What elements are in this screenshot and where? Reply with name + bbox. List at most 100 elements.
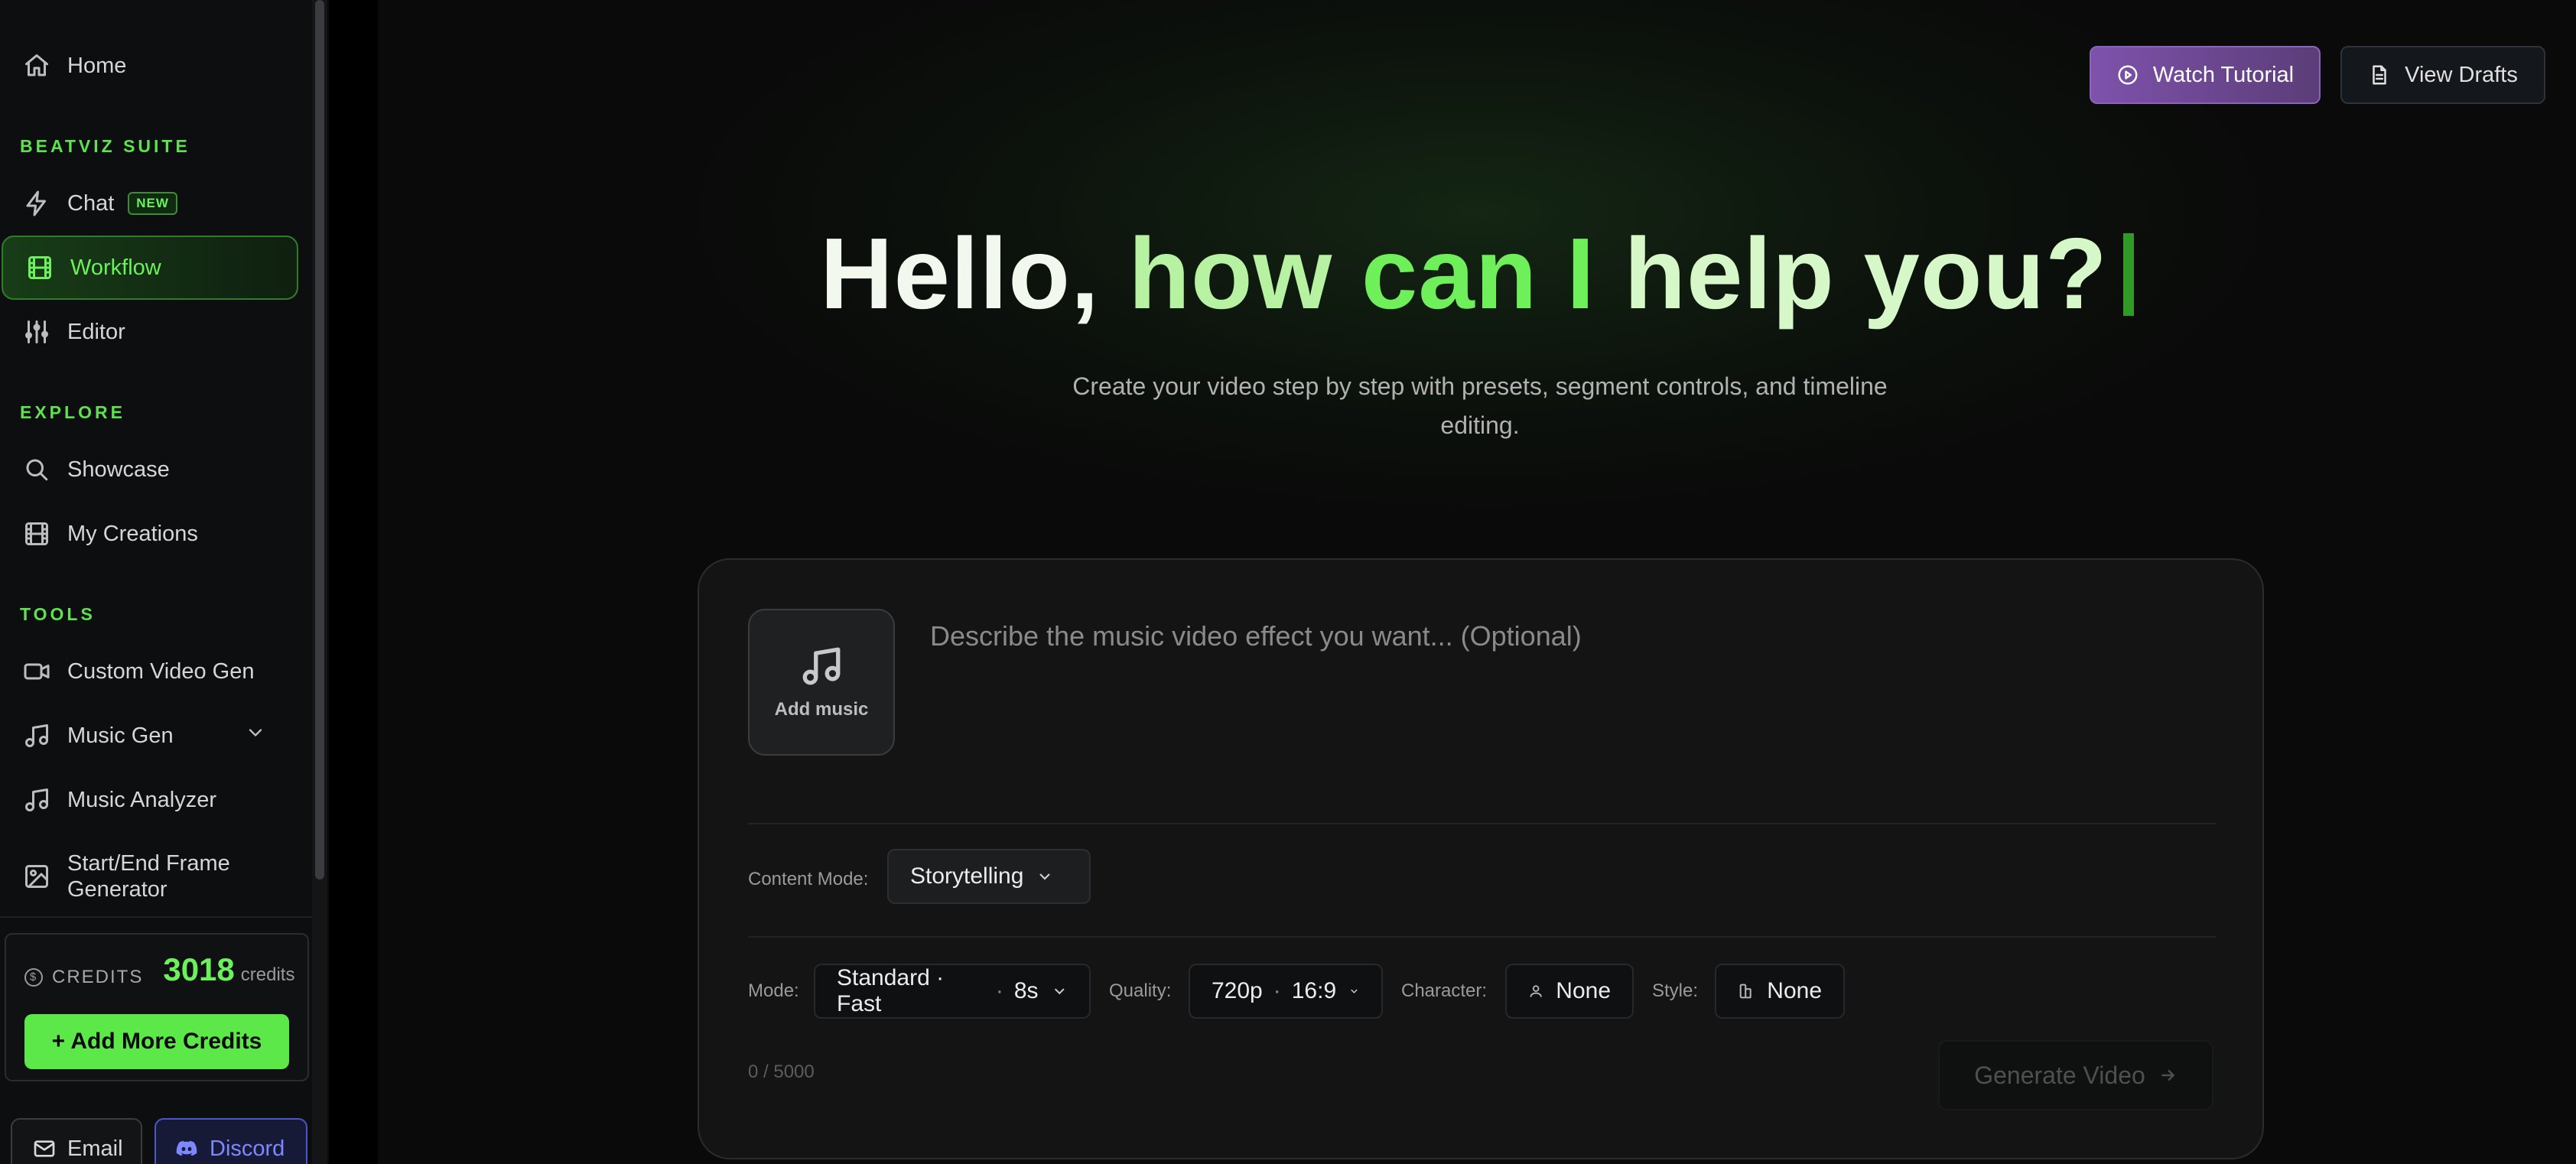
hero-word-how: how <box>1128 217 1333 330</box>
sidebar-item-music-gen[interactable]: Music Gen <box>0 704 300 768</box>
video-icon <box>21 656 52 687</box>
sidebar: Home BEATVIZ SUITE Chat NEW Workflow Edi… <box>0 0 327 1164</box>
sidebar-item-label: Showcase <box>67 457 170 482</box>
section-title-suite: BEATVIZ SUITE <box>20 136 190 156</box>
separator-dot: · <box>1273 978 1281 1003</box>
content-mode-label: Content Mode: <box>748 869 869 889</box>
section-title-explore: EXPLORE <box>20 402 125 422</box>
music-icon <box>802 647 841 685</box>
sidebar-item-frame-generator[interactable]: Start/End Frame Generator <box>0 841 300 912</box>
credits-row: $ CREDITS 3018 credits <box>24 951 294 988</box>
hero-heading: Hello, how can I help you? <box>378 216 2576 331</box>
chevron-down-icon <box>1351 989 1358 993</box>
sidebar-item-chat[interactable]: Chat NEW <box>0 171 300 236</box>
watch-tutorial-button[interactable]: Watch Tutorial <box>2090 46 2321 104</box>
palette-icon <box>1739 984 1751 999</box>
credits-unit: credits <box>240 964 295 985</box>
sidebar-item-editor[interactable]: Editor <box>0 300 300 364</box>
sidebar-item-music-analyzer[interactable]: Music Analyzer <box>0 768 300 832</box>
content-mode-value: Storytelling <box>910 863 1024 889</box>
film-icon <box>24 252 55 283</box>
quality-label: Quality: <box>1109 980 1172 1001</box>
quality-select[interactable]: 720p · 16:9 <box>1189 964 1383 1019</box>
generate-video-button[interactable]: Generate Video <box>1938 1040 2213 1110</box>
mode-label: Mode: <box>748 980 799 1001</box>
credits-label: $ CREDITS <box>24 967 143 988</box>
new-badge: NEW <box>128 192 177 215</box>
typing-caret <box>2122 233 2134 316</box>
email-button[interactable]: Email <box>11 1118 142 1164</box>
style-label: Style: <box>1652 980 1699 1001</box>
sidebar-item-label: Workflow <box>70 255 161 280</box>
add-credits-button[interactable]: + Add More Credits <box>24 1014 289 1069</box>
discord-icon <box>176 1140 197 1156</box>
chevron-down-icon[interactable] <box>245 722 266 749</box>
generate-video-label: Generate Video <box>1974 1061 2145 1089</box>
music-icon <box>21 785 52 815</box>
discord-button[interactable]: Discord <box>154 1118 307 1164</box>
mode-select[interactable]: Standard · Fast · 8s <box>814 964 1091 1019</box>
home-icon <box>21 50 52 81</box>
credits-label-text: CREDITS <box>52 966 144 987</box>
sidebar-item-label: Music Gen <box>67 723 174 748</box>
hero-word-hello: Hello, <box>820 217 1100 330</box>
hero-word-help: help you? <box>1624 217 2108 330</box>
hero-subtitle: Create your video step by step with pres… <box>1072 372 1888 439</box>
sidebar-item-label: My Creations <box>67 521 198 546</box>
chevron-down-icon <box>1054 988 1065 995</box>
music-icon <box>21 720 52 751</box>
sidebar-gutter <box>329 0 378 1164</box>
view-drafts-label: View Drafts <box>2405 62 2518 87</box>
divider <box>748 823 2217 824</box>
sidebar-item-custom-video-gen[interactable]: Custom Video Gen <box>0 639 300 704</box>
character-label: Character: <box>1401 980 1488 1001</box>
credits-amount: 3018 <box>163 951 235 987</box>
image-icon <box>21 861 52 892</box>
separator-dot: · <box>995 978 1003 1003</box>
sidebar-item-label: Start/End Frame Generator <box>67 851 230 902</box>
section-title-tools: TOOLS <box>20 604 96 624</box>
sidebar-item-showcase[interactable]: Showcase <box>0 437 300 502</box>
quality-resolution: 720p <box>1212 978 1263 1003</box>
sidebar-item-my-creations[interactable]: My Creations <box>0 502 300 566</box>
discord-label: Discord <box>210 1136 285 1161</box>
sidebar-item-label: Chat <box>67 190 115 216</box>
sidebar-item-label: Music Analyzer <box>67 787 217 812</box>
film-icon <box>21 519 52 549</box>
dollar-coin-icon: $ <box>24 967 43 987</box>
style-value: None <box>1767 978 1822 1003</box>
prompt-input[interactable] <box>930 613 2215 659</box>
sidebar-divider <box>0 916 312 918</box>
sidebar-item-label: Custom Video Gen <box>67 658 255 684</box>
character-select[interactable]: None <box>1505 964 1634 1019</box>
sidebar-item-home[interactable]: Home <box>0 34 300 98</box>
search-icon <box>21 454 52 485</box>
character-value: None <box>1556 978 1611 1003</box>
divider <box>748 936 2217 938</box>
style-select[interactable]: None <box>1715 964 1845 1019</box>
sidebar-item-label: Editor <box>67 319 125 344</box>
content-mode-select[interactable]: Storytelling <box>887 849 1091 904</box>
arrow-right-icon <box>2161 1069 2175 1081</box>
view-drafts-button[interactable]: View Drafts <box>2340 46 2545 104</box>
sidebar-scrollbar-thumb[interactable] <box>315 0 324 880</box>
composer-panel: Add music Content Mode: Storytelling Mod… <box>698 558 2264 1159</box>
user-icon <box>1530 985 1542 997</box>
play-circle-icon <box>2118 65 2138 85</box>
character-counter: 0 / 5000 <box>748 1062 815 1082</box>
document-icon <box>2373 65 2386 85</box>
mode-value: Standard · Fast <box>837 965 945 1016</box>
chevron-down-icon <box>1039 873 1051 880</box>
hero-word-can: can I <box>1361 217 1595 330</box>
sidebar-item-workflow[interactable]: Workflow <box>2 236 298 300</box>
app-window: Home BEATVIZ SUITE Chat NEW Workflow Edi… <box>0 0 2576 1164</box>
mail-icon <box>34 1140 55 1157</box>
sliders-icon <box>21 317 52 347</box>
zap-icon <box>21 188 52 219</box>
add-music-button[interactable]: Add music <box>748 609 895 756</box>
watch-tutorial-label: Watch Tutorial <box>2152 62 2295 87</box>
email-label: Email <box>67 1136 123 1161</box>
add-music-label: Add music <box>774 699 869 720</box>
credits-panel: $ CREDITS 3018 credits + Add More Credit… <box>5 933 309 1081</box>
sidebar-item-label: Home <box>67 53 127 78</box>
